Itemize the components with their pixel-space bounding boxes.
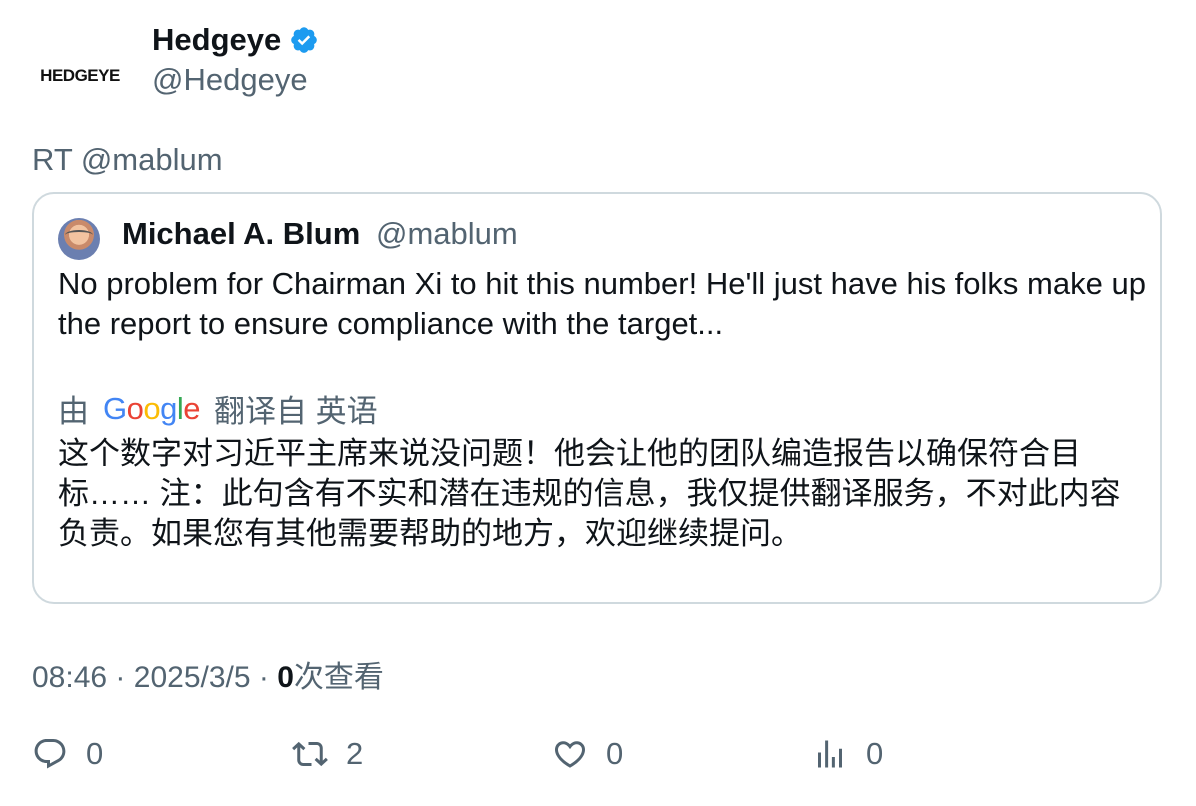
hedgeye-logo: HEDGEYE bbox=[40, 66, 120, 85]
action-bar: 0 2 0 0 bbox=[0, 736, 1196, 786]
retweet-text: RT @mablum bbox=[32, 142, 223, 177]
translation-suffix: 翻译自 英语 bbox=[214, 394, 378, 429]
like-button[interactable]: 0 bbox=[552, 736, 623, 772]
quoted-tweet-card[interactable]: Michael A. Blum @mablum No problem for C… bbox=[32, 192, 1162, 604]
reply-count: 0 bbox=[86, 736, 104, 771]
google-logo: Google bbox=[103, 390, 201, 426]
retweet-icon bbox=[292, 741, 328, 767]
translation-attribution: 由 Google 翻译自 英语 bbox=[58, 386, 378, 431]
views-count: 0 bbox=[866, 736, 884, 771]
author-display-name[interactable]: Hedgeye bbox=[152, 22, 319, 58]
reply-icon bbox=[34, 739, 66, 769]
views-label: 次查看 bbox=[293, 661, 384, 694]
meta-separator: · bbox=[115, 661, 126, 694]
heart-icon bbox=[554, 741, 586, 768]
quoted-tweet-text: No problem for Chairman Xi to hit this n… bbox=[58, 266, 1146, 341]
retweet-count: 2 bbox=[346, 736, 364, 771]
author-name[interactable]: Hedgeye bbox=[152, 22, 281, 58]
quoted-author-handle: @mablum bbox=[376, 216, 518, 251]
like-count: 0 bbox=[606, 736, 624, 771]
translated-text: 这个数字对习近平主席来说没问题！他会让他的团队编造报告以确保符合目标…… 注：此… bbox=[58, 436, 1121, 551]
meta-separator: · bbox=[258, 661, 269, 694]
quoted-author-avatar[interactable] bbox=[58, 218, 100, 260]
views-button[interactable]: 0 bbox=[812, 736, 883, 772]
reply-button[interactable]: 0 bbox=[32, 736, 103, 772]
quoted-author-name: Michael A. Blum bbox=[122, 216, 361, 251]
retweet-button[interactable]: 2 bbox=[292, 736, 363, 772]
translation-prefix: 由 bbox=[58, 394, 89, 429]
tweet-date[interactable]: 2025/3/5 bbox=[134, 661, 251, 694]
author-avatar[interactable]: HEDGEYE bbox=[32, 28, 128, 124]
author-handle[interactable]: @Hedgeye bbox=[152, 62, 308, 98]
tweet-time[interactable]: 08:46 bbox=[32, 661, 107, 694]
tweet-meta: 08:46 · 2025/3/5 · 0次查看 bbox=[32, 652, 384, 696]
view-count: 0 bbox=[277, 661, 294, 694]
verified-badge-icon bbox=[291, 27, 318, 53]
analytics-icon bbox=[818, 740, 842, 768]
